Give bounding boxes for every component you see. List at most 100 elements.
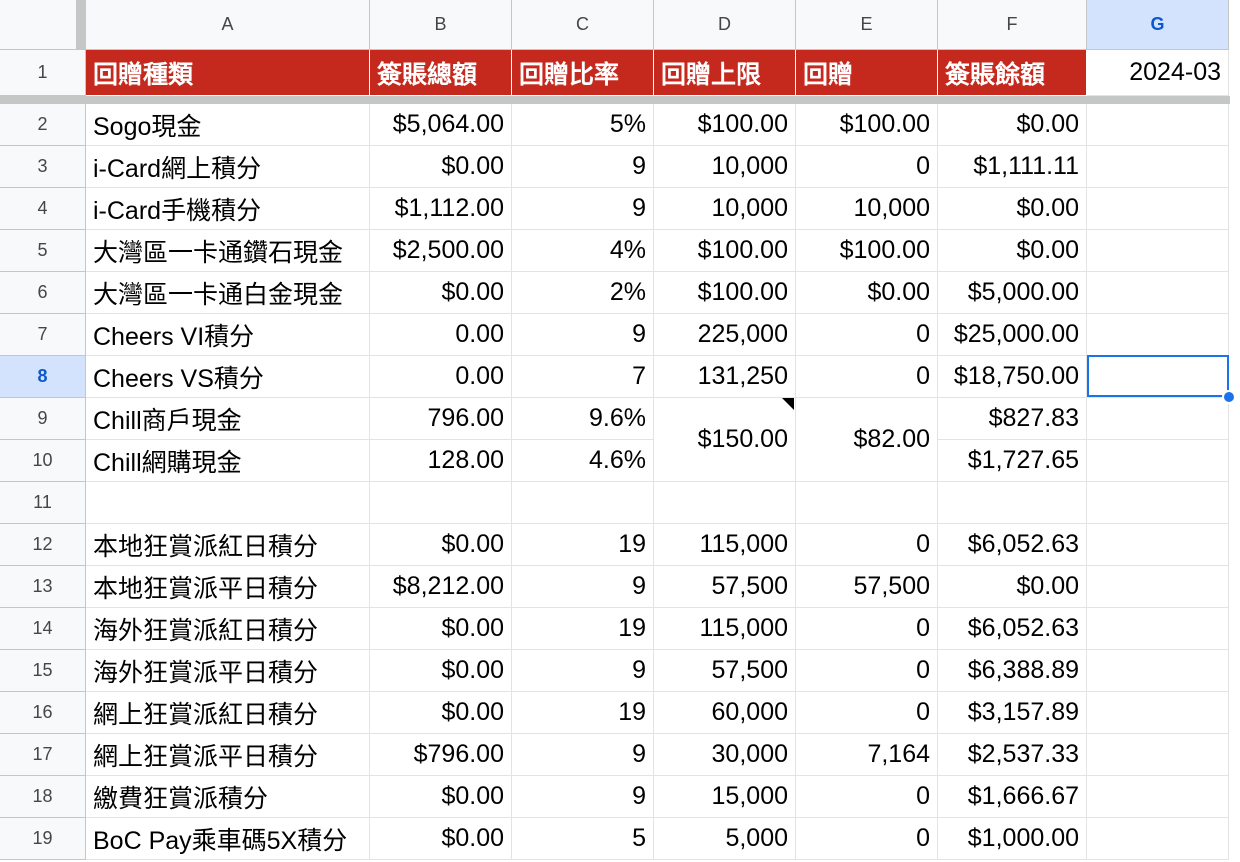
cell-c4[interactable]: 9 [512,188,654,230]
cell-a15[interactable]: 海外狂賞派平日積分 [86,650,370,692]
cell-b14[interactable]: $0.00 [370,608,512,650]
cell-g19[interactable] [1087,818,1229,860]
cell-b17[interactable]: $796.00 [370,734,512,776]
cell-b8[interactable]: 0.00 [370,356,512,398]
cell-f19[interactable]: $1,000.00 [938,818,1087,860]
cell-c13[interactable]: 9 [512,566,654,608]
header-cell-f[interactable]: 簽賬餘額 [938,50,1087,96]
cell-a4[interactable]: i-Card手機積分 [86,188,370,230]
cell-e7[interactable]: 0 [796,314,938,356]
merged-cap-d9-d10[interactable]: $150.00 [654,398,796,482]
cell-d12[interactable]: 115,000 [654,524,796,566]
cell-b12[interactable]: $0.00 [370,524,512,566]
cell-c6[interactable]: 2% [512,272,654,314]
cell-d3[interactable]: 10,000 [654,146,796,188]
column-header-d[interactable]: D [654,0,796,50]
cell-d5[interactable]: $100.00 [654,230,796,272]
cell-c16[interactable]: 19 [512,692,654,734]
cell-e2[interactable]: $100.00 [796,104,938,146]
column-header-e[interactable]: E [796,0,938,50]
cell-g10[interactable] [1087,440,1229,482]
cell-f7[interactable]: $25,000.00 [938,314,1087,356]
cell-f16[interactable]: $3,157.89 [938,692,1087,734]
row-header-8[interactable]: 8 [0,356,86,398]
merged-rebate-e9-e10[interactable]: $82.00 [796,398,938,482]
cell-a18[interactable]: 繳費狂賞派積分 [86,776,370,818]
cell-f12[interactable]: $6,052.63 [938,524,1087,566]
cell-a8[interactable]: Cheers VS積分 [86,356,370,398]
row-header-16[interactable]: 16 [0,692,86,734]
cell-d8[interactable]: 131,250 [654,356,796,398]
cell-g15[interactable] [1087,650,1229,692]
cell-g3[interactable] [1087,146,1229,188]
cell-d16[interactable]: 60,000 [654,692,796,734]
cell-a12[interactable]: 本地狂賞派紅日積分 [86,524,370,566]
cell-e16[interactable]: 0 [796,692,938,734]
cell-c7[interactable]: 9 [512,314,654,356]
cell-d11[interactable] [654,482,796,524]
cell-b7[interactable]: 0.00 [370,314,512,356]
cell-e12[interactable]: 0 [796,524,938,566]
cell-b6[interactable]: $0.00 [370,272,512,314]
row-header-14[interactable]: 14 [0,608,86,650]
cell-e17[interactable]: 7,164 [796,734,938,776]
cell-b16[interactable]: $0.00 [370,692,512,734]
cell-c14[interactable]: 19 [512,608,654,650]
row-header-12[interactable]: 12 [0,524,86,566]
header-cell-a[interactable]: 回贈種類 [86,50,370,96]
cell-d14[interactable]: 115,000 [654,608,796,650]
row-header-17[interactable]: 17 [0,734,86,776]
cell-g11[interactable] [1087,482,1229,524]
cell-f18[interactable]: $1,666.67 [938,776,1087,818]
cell-g2[interactable] [1087,104,1229,146]
cell-f11[interactable] [938,482,1087,524]
cell-g14[interactable] [1087,608,1229,650]
cell-b13[interactable]: $8,212.00 [370,566,512,608]
cell-a13[interactable]: 本地狂賞派平日積分 [86,566,370,608]
fill-handle-icon[interactable] [1222,390,1236,404]
cell-a9[interactable]: Chill商戶現金 [86,398,370,440]
cell-a7[interactable]: Cheers VI積分 [86,314,370,356]
cell-a17[interactable]: 網上狂賞派平日積分 [86,734,370,776]
row-header-2[interactable]: 2 [0,104,86,146]
cell-f2[interactable]: $0.00 [938,104,1087,146]
cell-a14[interactable]: 海外狂賞派紅日積分 [86,608,370,650]
row-header-18[interactable]: 18 [0,776,86,818]
cell-g17[interactable] [1087,734,1229,776]
cell-c8[interactable]: 7 [512,356,654,398]
cell-f13[interactable]: $0.00 [938,566,1087,608]
header-cell-e[interactable]: 回贈 [796,50,938,96]
row-header-7[interactable]: 7 [0,314,86,356]
cell-e3[interactable]: 0 [796,146,938,188]
cell-f3[interactable]: $1,111.11 [938,146,1087,188]
comment-indicator-icon[interactable] [782,398,794,410]
column-header-f[interactable]: F [938,0,1087,50]
cell-f6[interactable]: $5,000.00 [938,272,1087,314]
cell-a3[interactable]: i-Card網上積分 [86,146,370,188]
cell-d13[interactable]: 57,500 [654,566,796,608]
column-header-g[interactable]: G [1087,0,1229,50]
cell-d6[interactable]: $100.00 [654,272,796,314]
cell-a2[interactable]: Sogo現金 [86,104,370,146]
column-header-b[interactable]: B [370,0,512,50]
cell-f17[interactable]: $2,537.33 [938,734,1087,776]
cell-c19[interactable]: 5 [512,818,654,860]
cell-e19[interactable]: 0 [796,818,938,860]
cell-c3[interactable]: 9 [512,146,654,188]
cell-e18[interactable]: 0 [796,776,938,818]
row-header-3[interactable]: 3 [0,146,86,188]
header-cell-d[interactable]: 回贈上限 [654,50,796,96]
frozen-column-bar[interactable] [76,0,86,50]
cell-c18[interactable]: 9 [512,776,654,818]
row-header-11[interactable]: 11 [0,482,86,524]
frozen-row-divider[interactable] [0,96,1230,104]
cell-e8[interactable]: 0 [796,356,938,398]
cell-d2[interactable]: $100.00 [654,104,796,146]
cell-c11[interactable] [512,482,654,524]
active-cell-selection[interactable] [1087,355,1229,397]
header-cell-c[interactable]: 回贈比率 [512,50,654,96]
row-header-15[interactable]: 15 [0,650,86,692]
select-all-corner[interactable] [0,0,86,50]
cell-b4[interactable]: $1,112.00 [370,188,512,230]
cell-g18[interactable] [1087,776,1229,818]
